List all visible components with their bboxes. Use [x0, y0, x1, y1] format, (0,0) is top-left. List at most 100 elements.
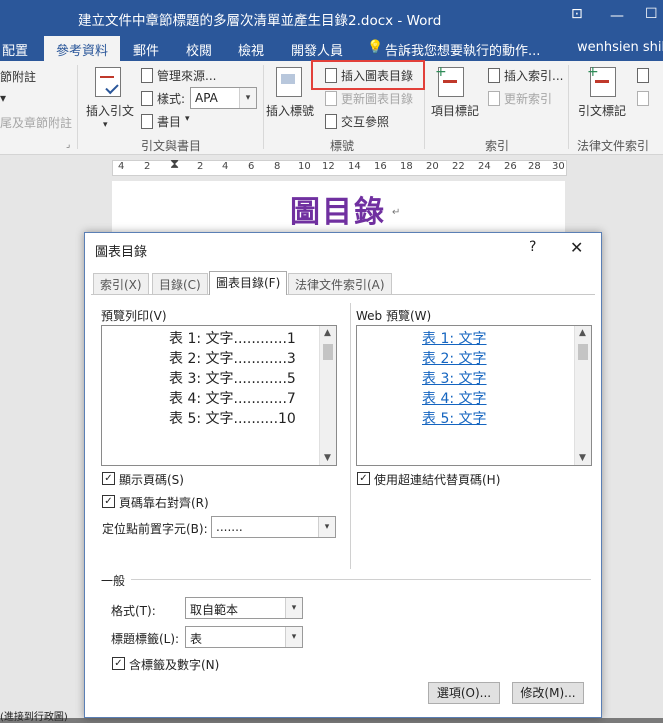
column-divider	[350, 303, 351, 569]
insert-caption-button[interactable]: 插入標號	[266, 102, 314, 119]
bibliography-button[interactable]: 書目	[157, 113, 181, 130]
insert-caption-icon	[276, 67, 302, 97]
tab-leader-select[interactable]: ....... ▾	[211, 516, 336, 538]
caption-label-select[interactable]: 表 ▾	[185, 626, 303, 648]
ruler-number: 2	[197, 161, 204, 172]
tab-references[interactable]: 參考資料	[44, 36, 121, 61]
tab-table-of-figures[interactable]: 圖表目錄(F)	[209, 271, 288, 295]
web-preview-label: Web 預覽(W)	[356, 309, 432, 323]
tab-mailings[interactable]: 郵件	[133, 40, 159, 59]
ruler-strip	[112, 160, 567, 176]
style-select[interactable]: APA ▾	[190, 87, 257, 109]
web-preview-link: 表 2: 文字	[422, 351, 487, 367]
footnote-item-2[interactable]: ▾	[0, 91, 6, 105]
manage-sources-button[interactable]: 管理來源...	[157, 67, 216, 84]
ruler-number: 8	[274, 161, 281, 172]
ribbon-tab-bar: 配置 參考資料 郵件 校閱 檢視 開發人員 💡 告訴我您想要執行的動作... w…	[0, 36, 663, 61]
general-divider	[131, 579, 591, 580]
insert-toa-icon[interactable]	[637, 68, 649, 83]
tab-leader-label: 定位點前置字元(B):	[102, 522, 208, 536]
ruler-number: 20	[426, 161, 439, 172]
tab-panel: 預覽列印(V) 表 1: 文字............1 表 2: 文字....…	[91, 294, 595, 715]
scroll-thumb[interactable]	[578, 344, 588, 360]
update-table-button: 更新圖表目錄	[341, 92, 414, 106]
caption-label-value: 表	[190, 632, 203, 646]
preview-line: 表 2: 文字............3	[169, 351, 296, 367]
group-separator	[568, 65, 569, 149]
style-icon	[141, 91, 153, 106]
print-preview-scrollbar[interactable]: ▲ ▼	[319, 326, 336, 465]
dialog-launcher-icon[interactable]: ⌟	[66, 140, 70, 150]
right-align-label[interactable]: 頁碼靠右對齊(R)	[119, 494, 209, 511]
web-preview-link: 表 1: 文字	[422, 331, 487, 347]
close-button[interactable]: ✕	[570, 238, 583, 257]
captions-group-label: 標號	[330, 139, 355, 153]
ruler-number: 4	[222, 161, 229, 172]
minimize-button[interactable]: —	[610, 8, 624, 24]
right-align-checkbox[interactable]: ✓	[102, 495, 115, 508]
options-button[interactable]: 選項(O)...	[428, 682, 500, 704]
bibliography-icon	[141, 114, 153, 129]
print-preview-label: 預覽列印(V)	[101, 309, 167, 323]
status-fragment: (進接到行政圖)	[0, 712, 68, 723]
document-heading: 圖目錄	[290, 195, 386, 230]
tab-review[interactable]: 校閱	[186, 40, 212, 59]
formats-select[interactable]: 取自範本 ▾	[185, 597, 303, 619]
preview-line: 表 3: 文字............5	[169, 371, 296, 387]
table-of-figures-dialog: 圖表目錄 ? ✕ 索引(X) 目錄(C) 圖表目錄(F) 法律文件索引(A) 預…	[84, 232, 602, 718]
insert-citation-icon	[95, 67, 121, 97]
insert-citation-button[interactable]: 插入引文	[86, 102, 134, 119]
style-select-value: APA	[195, 91, 218, 105]
preview-line: 表 4: 文字............7	[169, 391, 296, 407]
group-separator	[263, 65, 264, 149]
cross-reference-button[interactable]: 交互參照	[341, 113, 389, 130]
lightbulb-icon: 💡	[367, 40, 384, 55]
maximize-button[interactable]: ☐	[645, 6, 658, 22]
ruler-number: 16	[374, 161, 387, 172]
chevron-down-icon: ▾	[185, 114, 190, 124]
print-preview-box: 表 1: 文字............1 表 2: 文字............…	[101, 325, 337, 466]
index-group-label: 索引	[485, 139, 510, 153]
show-page-numbers-checkbox[interactable]: ✓	[102, 472, 115, 485]
mark-citation-icon: +	[587, 64, 616, 97]
tab-view[interactable]: 檢視	[238, 40, 264, 59]
mark-citation-button[interactable]: 引文標記	[578, 102, 626, 119]
help-button[interactable]: ?	[529, 239, 536, 255]
user-name[interactable]: wenhsien shih	[577, 40, 663, 55]
footnote-item-3[interactable]: 尾及章節附註	[0, 114, 72, 131]
use-hyperlinks-label[interactable]: 使用超連結代替頁碼(H)	[374, 471, 500, 488]
tab-leader-value: .......	[216, 520, 243, 534]
insert-index-button[interactable]: 插入索引...	[504, 67, 563, 84]
chevron-down-icon[interactable]: ▼	[579, 453, 586, 463]
include-label-label[interactable]: 含標籤及數字(N)	[129, 656, 219, 673]
tab-layout[interactable]: 配置	[2, 40, 28, 59]
footnote-item-1[interactable]: 節附註	[0, 68, 36, 85]
chevron-down-icon: ▾	[285, 598, 302, 618]
chevron-down-icon[interactable]: ▼	[324, 453, 331, 463]
mark-entry-button[interactable]: 項目標記	[431, 102, 479, 119]
citations-group-label: 引文與書目	[141, 139, 202, 153]
tab-table-of-authorities[interactable]: 法律文件索引(A)	[288, 273, 392, 294]
tab-index[interactable]: 索引(X)	[93, 273, 149, 294]
chevron-up-icon[interactable]: ▲	[579, 328, 586, 338]
web-preview-scrollbar[interactable]: ▲ ▼	[574, 326, 591, 465]
indent-marker-icon[interactable]: ⧗	[170, 157, 179, 172]
restore-ribbon-button[interactable]: ⊡	[571, 6, 583, 22]
chevron-down-icon: ▾	[103, 120, 108, 130]
tell-me-box[interactable]: 告訴我您想要執行的動作...	[385, 40, 540, 59]
tab-toc[interactable]: 目錄(C)	[152, 273, 208, 294]
modify-button[interactable]: 修改(M)...	[512, 682, 584, 704]
update-index-icon	[488, 91, 500, 106]
ruler-number: 22	[452, 161, 465, 172]
web-preview-box: 表 1: 文字 表 2: 文字 表 3: 文字 表 4: 文字 表 5: 文字 …	[356, 325, 592, 466]
show-page-numbers-label[interactable]: 顯示頁碼(S)	[119, 471, 184, 488]
update-table-icon	[325, 91, 337, 106]
chevron-up-icon[interactable]: ▲	[324, 328, 331, 338]
scroll-thumb[interactable]	[323, 344, 333, 360]
tab-developer[interactable]: 開發人員	[291, 40, 343, 59]
include-label-checkbox[interactable]: ✓	[112, 657, 125, 670]
style-label: 樣式:	[157, 92, 186, 106]
general-label: 一般	[101, 574, 126, 588]
use-hyperlinks-checkbox[interactable]: ✓	[357, 472, 370, 485]
ruler-number: 14	[348, 161, 361, 172]
